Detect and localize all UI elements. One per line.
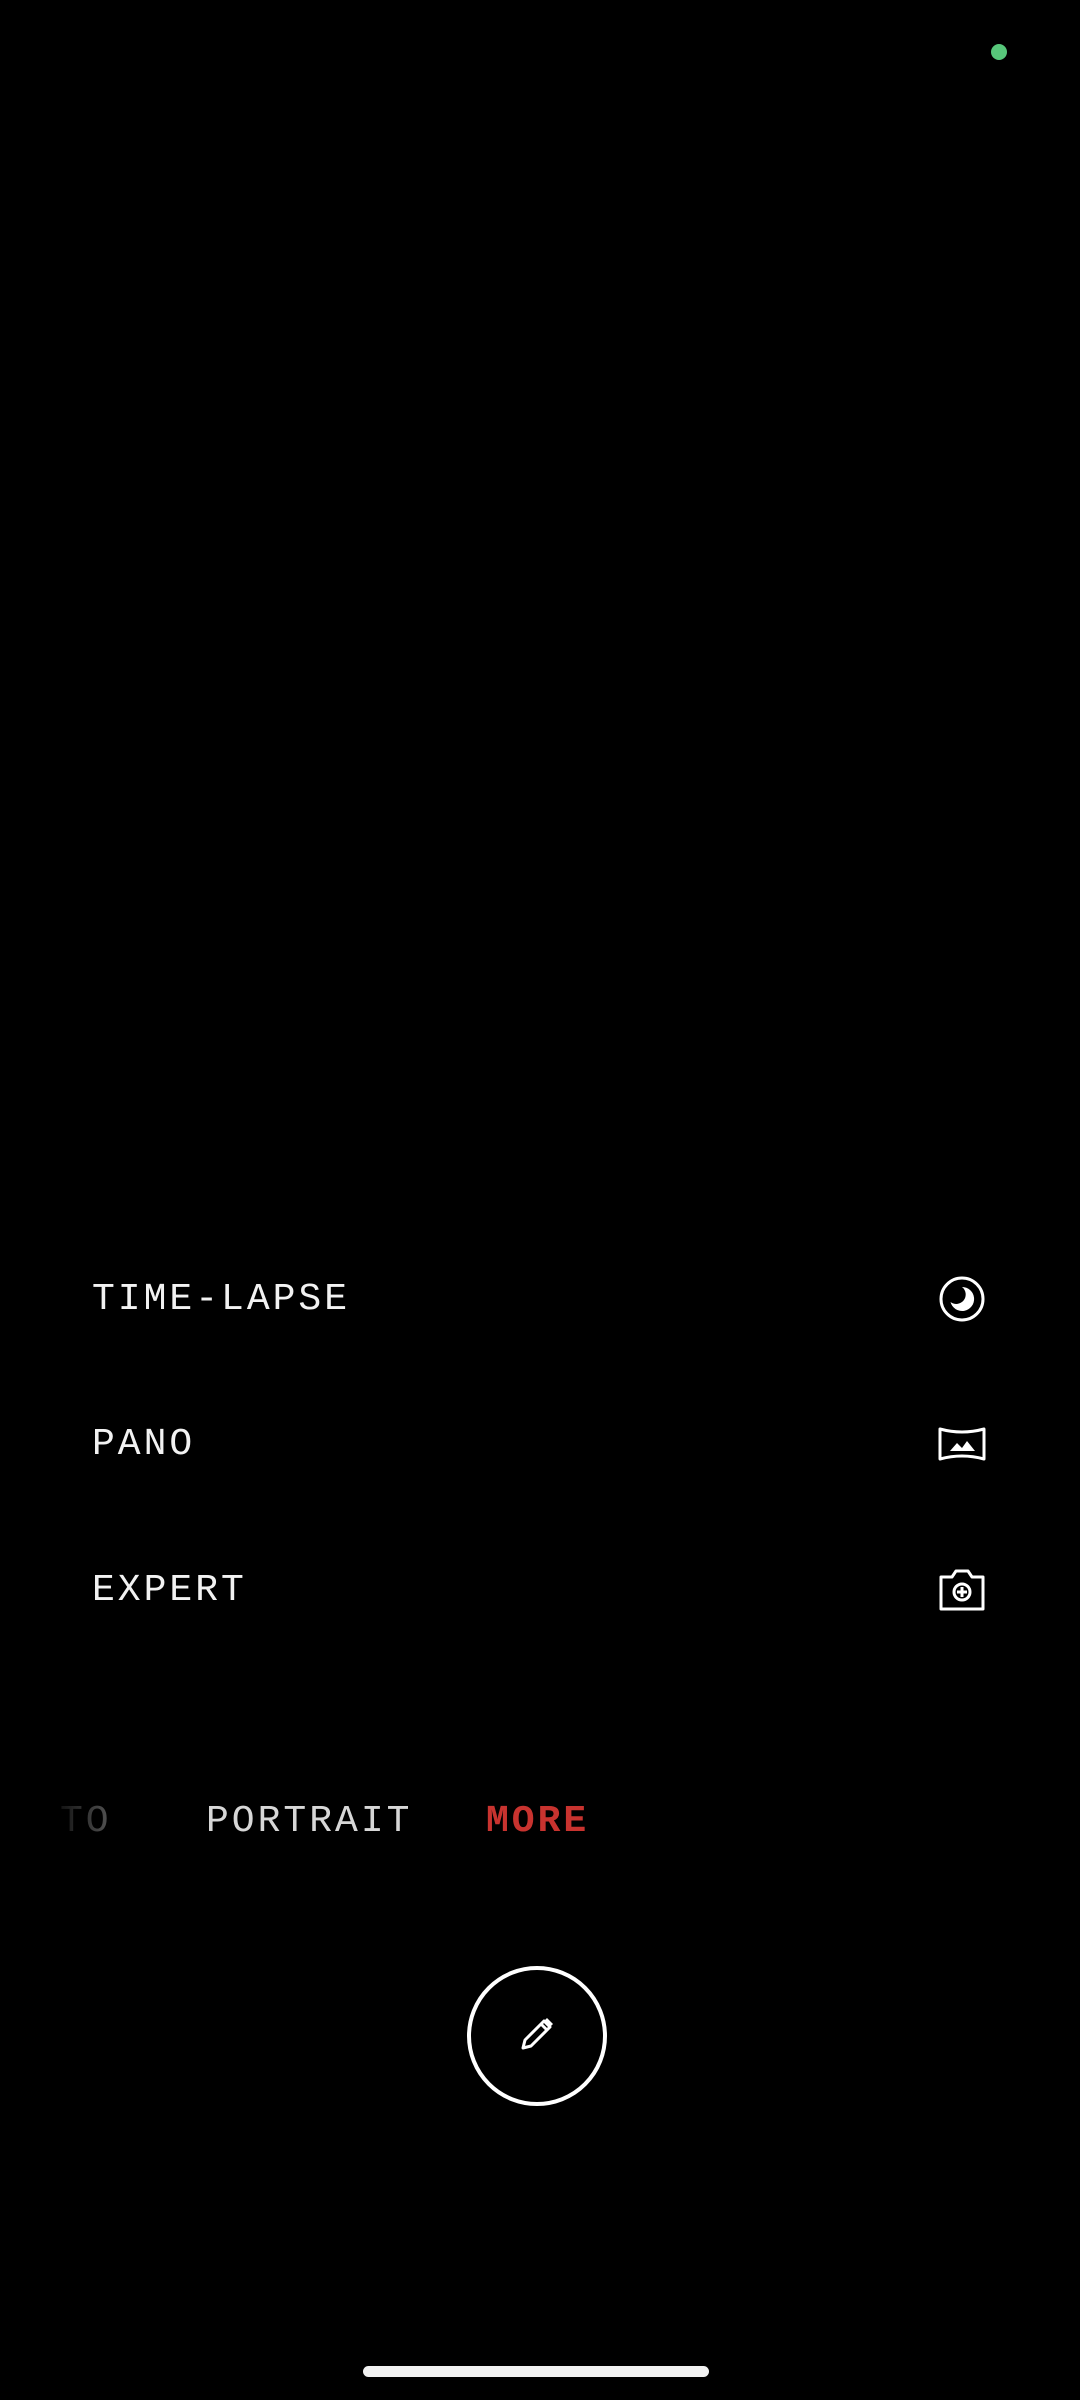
tab-more[interactable]: MORE bbox=[486, 1792, 589, 1852]
mode-label-timelapse: TIME-LAPSE bbox=[92, 1277, 351, 1321]
mode-label-pano: PANO bbox=[92, 1422, 196, 1466]
expert-camera-icon bbox=[936, 1564, 988, 1616]
mode-label-expert: EXPERT bbox=[92, 1568, 247, 1612]
tab-portrait[interactable]: PORTRAIT bbox=[206, 1792, 412, 1852]
tab-photo[interactable]: TO bbox=[60, 1792, 150, 1852]
mode-row-timelapse[interactable]: TIME-LAPSE bbox=[92, 1263, 988, 1335]
edit-modes-button[interactable] bbox=[467, 1966, 607, 2106]
timelapse-icon bbox=[936, 1273, 988, 1325]
mode-tab-strip[interactable]: TO PORTRAIT MORE bbox=[0, 1792, 1080, 1852]
mode-row-pano[interactable]: PANO bbox=[92, 1408, 988, 1480]
panorama-icon bbox=[936, 1418, 988, 1470]
edit-pencil-icon bbox=[515, 2012, 559, 2061]
mode-row-expert[interactable]: EXPERT bbox=[92, 1554, 988, 1626]
camera-in-use-dot bbox=[991, 44, 1007, 60]
home-indicator[interactable] bbox=[363, 2366, 709, 2377]
